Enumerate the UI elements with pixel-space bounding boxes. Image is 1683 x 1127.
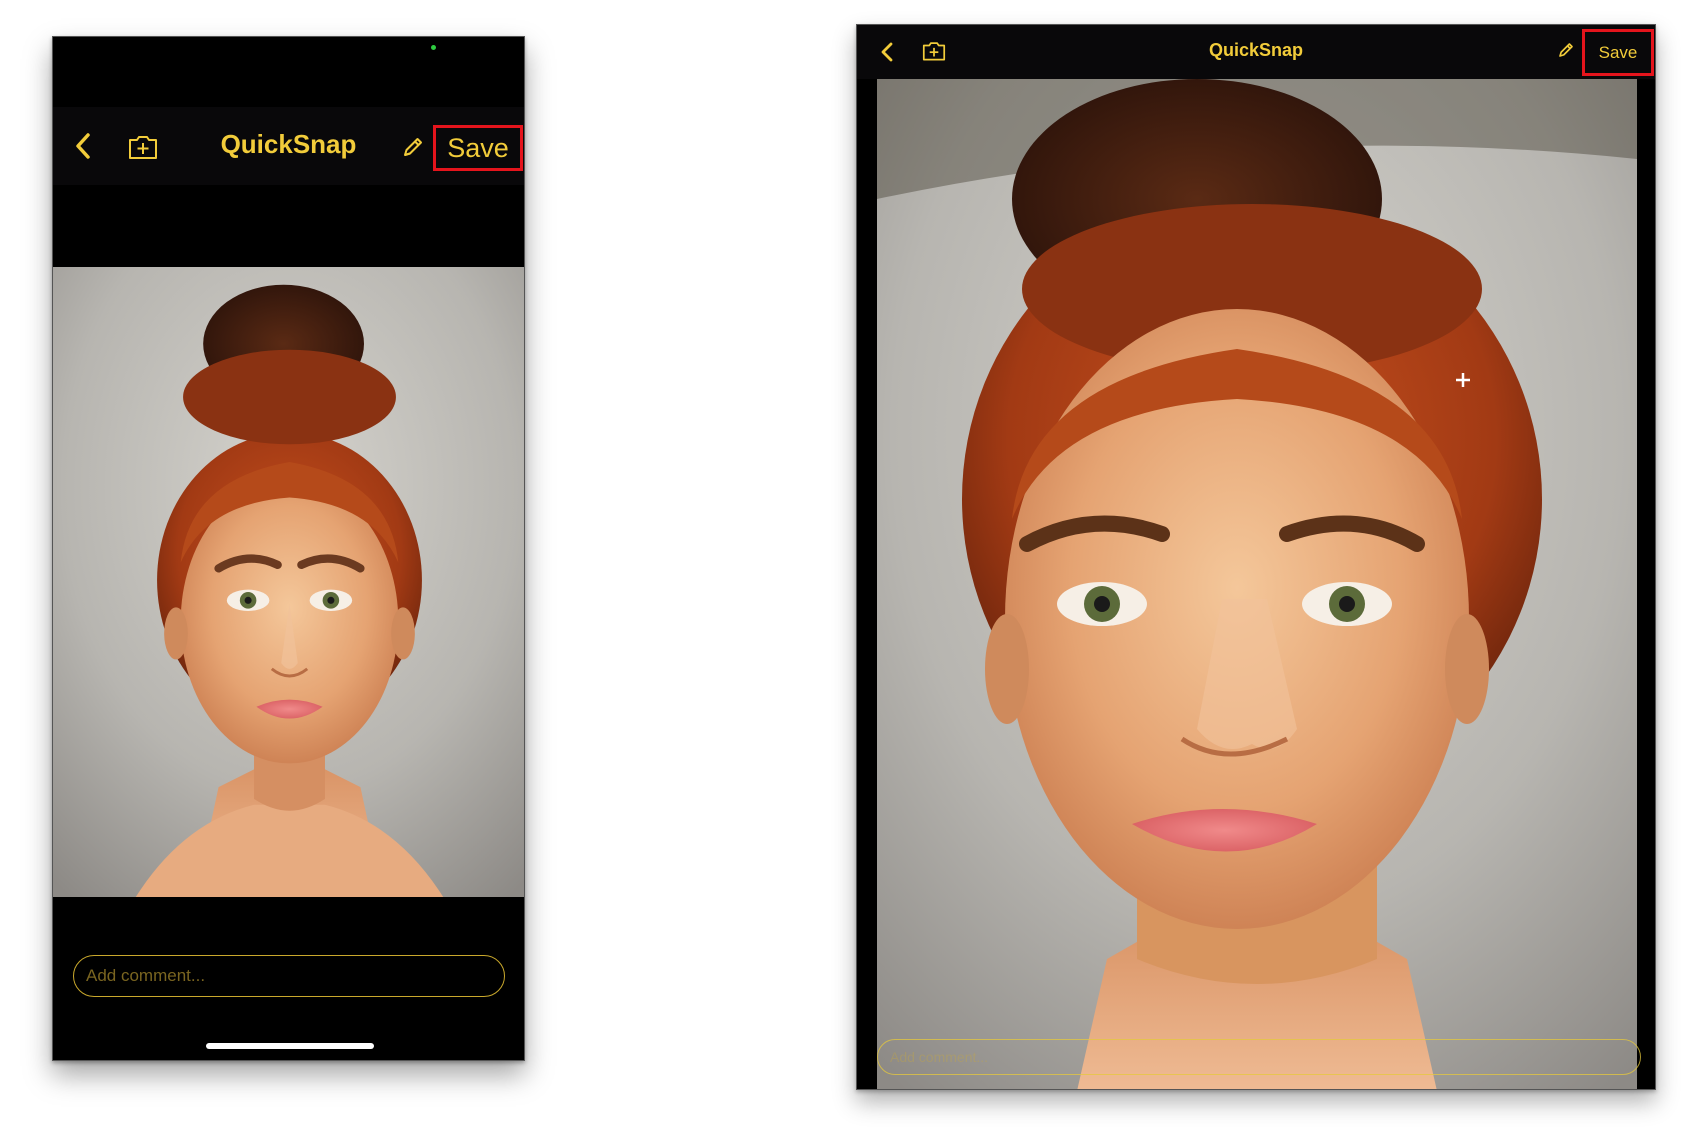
camera-indicator-dot (431, 45, 436, 50)
crosshair-icon (1456, 373, 1470, 387)
portrait-photo (53, 267, 524, 897)
comment-input[interactable] (877, 1039, 1641, 1075)
home-indicator[interactable] (206, 1043, 374, 1049)
tablet-screen: QuickSnap Save (856, 24, 1656, 1090)
save-button[interactable]: Save (1582, 29, 1654, 76)
phone-screen: QuickSnap Save (52, 36, 525, 1061)
portrait-photo (877, 79, 1637, 1089)
pencil-icon (404, 138, 422, 156)
edit-button[interactable] (1557, 41, 1575, 59)
save-button[interactable]: Save (433, 125, 523, 171)
app-title: QuickSnap (1208, 40, 1304, 60)
edit-button[interactable] (401, 135, 425, 159)
nav-bar: QuickSnap Save (857, 25, 1655, 79)
nav-bar: QuickSnap Save (53, 107, 524, 185)
comment-input[interactable] (73, 955, 505, 997)
pencil-icon (1559, 43, 1573, 57)
